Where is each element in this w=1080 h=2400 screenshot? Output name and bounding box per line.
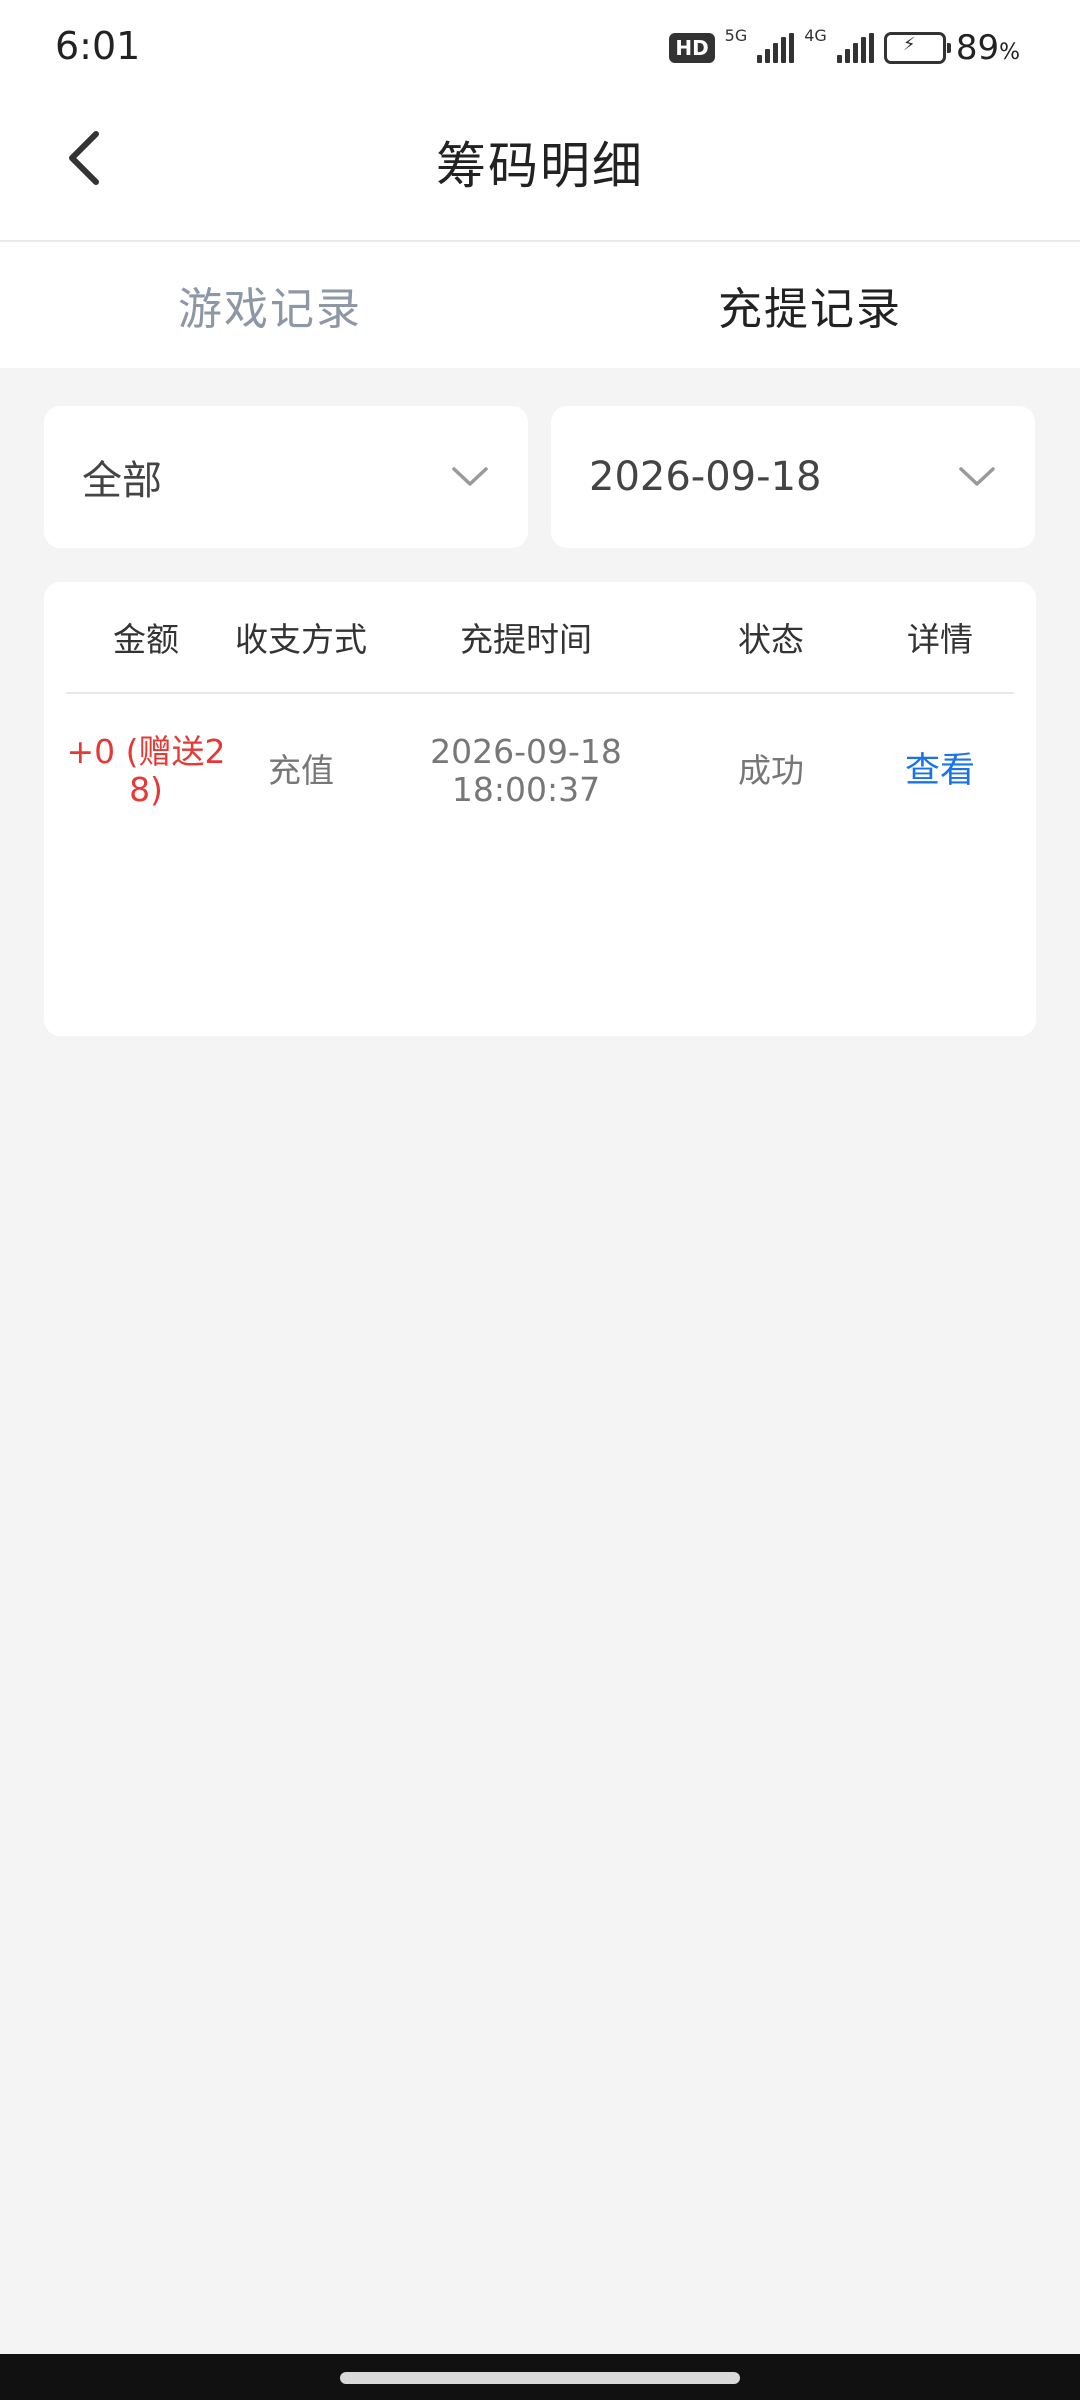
tab-game-records[interactable]: 游戏记录 [0,242,540,368]
battery-percent-unit: % [999,40,1020,65]
column-header-status: 状态 [738,620,804,659]
column-header-method: 收支方式 [235,620,367,659]
status-time: 6:01 [55,24,141,68]
signal-icon [836,33,874,63]
hd-voice-icon: HD [669,33,715,63]
date-filter-value: 2026-09-18 [589,454,822,500]
row-status: 成功 [738,751,804,790]
record-tabs: 游戏记录 充提记录 [0,242,1080,368]
battery-icon: ⚡ [883,32,951,64]
row-clock-time: 18:00:37 [451,770,601,809]
signal-icon [757,33,795,63]
row-time: 2026-09-18 18:00:37 [376,733,676,809]
view-detail-link[interactable]: 查看 [866,752,1014,790]
records-table: 金额 收支方式 充提时间 状态 详情 +0 (赠送2 8) 充值 2026-09… [44,582,1036,1036]
date-filter-dropdown[interactable]: 2026-09-18 [551,406,1035,548]
type-filter-value: 全部 [82,458,162,504]
network-4g-label: 4G [804,26,827,45]
battery-percent-value: 89 [955,28,1000,68]
app-header: 筹码明细 [0,96,1080,242]
row-method: 充值 [268,751,334,790]
row-date: 2026-09-18 [430,732,622,771]
row-amount-line1: +0 (赠送2 [66,732,226,771]
type-filter-dropdown[interactable]: 全部 [44,406,528,548]
row-amount: +0 (赠送2 8) [66,733,226,809]
home-indicator[interactable] [340,2372,740,2384]
column-header-amount: 金额 [113,620,179,659]
tab-deposit-withdraw-records[interactable]: 充提记录 [540,242,1080,368]
chevron-down-icon [957,457,997,497]
system-nav-bar [0,2354,1080,2400]
row-amount-line2: 8) [129,770,163,809]
status-bar: 6:01 HD 5G 4G ⚡ 89% [0,0,1080,96]
network-5g-label: 5G [724,26,748,45]
column-header-time: 充提时间 [460,620,592,659]
status-icons: HD 5G 4G ⚡ 89% [669,26,1020,68]
chevron-down-icon [450,457,490,497]
page: 6:01 HD 5G 4G ⚡ 89% 筹码明细 游戏记录 充提记录 全部 20… [0,0,1080,2400]
battery-percent: 89% [956,28,1020,68]
column-header-detail: 详情 [907,620,973,659]
page-title: 筹码明细 [436,137,644,195]
table-header: 金额 收支方式 充提时间 状态 详情 [66,582,1014,694]
table-row: +0 (赠送2 8) 充值 2026-09-18 18:00:37 成功 查看 [66,694,1014,848]
charging-bolt-icon: ⚡ [902,34,916,55]
